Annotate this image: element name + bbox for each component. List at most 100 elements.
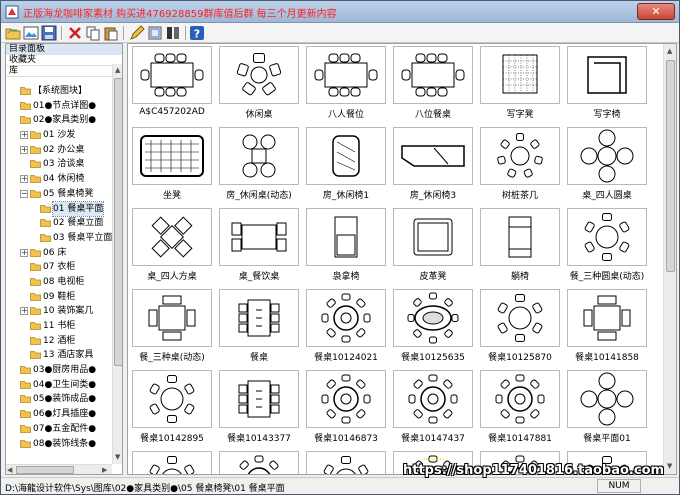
tree-item[interactable]: 01 餐桌平面 [6,200,110,217]
scroll-down-icon[interactable]: ▼ [667,462,672,470]
tree-item[interactable]: 08●装饰线条● [6,437,110,452]
block-thumbnail[interactable] [306,127,386,185]
block-thumbnail[interactable] [480,370,560,428]
tree-item[interactable]: 03 餐桌平立面 [6,231,112,246]
tree-item[interactable]: +01 沙发 [6,128,110,143]
tree-item[interactable]: − 05 餐桌椅凳 [6,187,110,202]
block-label: 躺椅 [510,272,529,282]
tree-item[interactable]: 05●装饰成品● [6,392,110,407]
scroll-up-icon[interactable]: ▲ [667,47,672,55]
tree-item[interactable]: 09 鞋柜 [6,290,110,305]
tree-item[interactable]: 02●家具类别● [6,113,110,128]
tab-directory[interactable]: 目录面板 [6,44,122,55]
block-thumbnail[interactable] [567,289,647,347]
tree-item-label: 02 餐桌立面 [53,218,104,229]
scroll-right-icon[interactable]: ▶ [102,466,107,474]
tree-item[interactable]: 02 餐桌立面 [6,216,110,231]
grid-vertical-scrollbar[interactable]: ▲ ▼ [663,44,676,474]
edit-pen-icon[interactable] [129,25,145,41]
scroll-thumb[interactable] [666,60,675,272]
cushion-stool-icon [140,135,204,177]
delete-icon[interactable] [67,25,83,41]
tree-item[interactable]: 08 电视柜 [6,275,110,290]
block-thumbnail[interactable] [393,370,473,428]
tree-horizontal-scrollbar[interactable]: ◀ ▶ [6,464,112,474]
block-thumbnail[interactable] [219,289,299,347]
block-thumbnail[interactable] [219,127,299,185]
expand-icon[interactable]: + [20,307,28,316]
block-thumbnail[interactable] [480,208,560,266]
tree-vertical-scrollbar[interactable]: ▲ ▼ [112,64,122,464]
layers-icon[interactable] [165,25,181,41]
block-thumbnail[interactable] [306,289,386,347]
tree-item[interactable]: 01●节点详图● [6,99,110,114]
folder-icon [40,204,51,213]
folder-icon [30,159,41,169]
block-thumbnail[interactable] [567,208,647,266]
block-thumbnail[interactable] [132,127,212,185]
scroll-thumb[interactable] [16,466,74,474]
block-thumbnail[interactable] [306,370,386,428]
block-thumbnail[interactable] [480,127,560,185]
tree-item[interactable]: +04 休闲椅 [6,172,110,187]
tree-item-label: 07●五金配件● [33,423,97,434]
tree-item[interactable]: 11 书柜 [6,319,110,334]
expand-icon[interactable]: + [20,175,28,184]
tree-item[interactable]: 03●厨房用品● [6,363,110,378]
block-thumbnail[interactable] [132,208,212,266]
block-thumbnail[interactable] [219,208,299,266]
block-thumbnail[interactable] [219,46,299,104]
tree-item[interactable]: 【系统图块】 [6,84,110,99]
folder-icon [30,145,41,154]
close-button[interactable]: ✕ [637,3,675,20]
block-thumbnail[interactable] [480,46,560,104]
tree-item-label: 04●卫生间类● [33,379,97,390]
expand-icon[interactable]: + [20,145,28,154]
block-thumbnail[interactable] [132,370,212,428]
block-thumbnail[interactable] [567,127,647,185]
scroll-up-icon[interactable]: ▲ [115,66,120,74]
expand-icon[interactable]: + [20,131,28,140]
copy-icon[interactable] [85,25,101,41]
tree-item[interactable]: +06 床 [6,246,110,261]
tree-item[interactable]: +10 装饰案几 [6,304,110,319]
save-icon[interactable] [41,25,57,41]
tree-item[interactable]: 04●卫生间类● [6,378,110,393]
block-thumbnail[interactable] [132,289,212,347]
tab-library[interactable]: 库 [6,66,122,77]
block-label: 坐凳 [162,191,181,201]
block-thumbnail[interactable] [306,451,386,474]
block-thumbnail[interactable] [567,370,647,428]
block-thumbnail[interactable] [132,451,212,474]
image-icon[interactable] [23,25,39,41]
open-folder-icon[interactable] [5,25,21,41]
block-thumbnail[interactable] [306,208,386,266]
scroll-down-icon[interactable]: ▼ [115,453,120,461]
tree-item-label: 06●灯具插座● [33,409,97,420]
help-icon[interactable]: ? [189,25,205,41]
expand-icon[interactable]: + [20,248,28,257]
paste-icon[interactable] [103,25,119,41]
tree-item[interactable]: +02 办公桌 [6,143,110,158]
block-thumbnail[interactable] [567,46,647,104]
block-thumbnail[interactable] [393,127,473,185]
tree-item[interactable]: 07●五金配件● [6,422,110,437]
block-thumbnail[interactable] [306,46,386,104]
tree-item[interactable]: 03 洽谈桌 [6,157,110,172]
block-thumbnail[interactable] [219,370,299,428]
scroll-left-icon[interactable]: ◀ [7,466,12,474]
block-thumbnail[interactable] [393,208,473,266]
collapse-icon[interactable]: − [20,189,28,198]
tab-favorites[interactable]: 收藏夹 [6,55,122,66]
tree-item[interactable]: 06●灯具插座● [6,407,110,422]
tree-item[interactable]: 12 酒柜 [6,334,110,349]
scroll-thumb[interactable] [114,78,122,366]
tree-item[interactable]: 07 衣柜 [6,260,110,275]
tree-item[interactable]: 13 酒店家具 [6,348,110,363]
block-thumbnail[interactable] [393,289,473,347]
block-thumbnail[interactable] [393,46,473,104]
block-icon[interactable] [147,25,163,41]
block-thumbnail[interactable] [132,46,212,104]
block-thumbnail[interactable] [219,451,299,474]
block-thumbnail[interactable] [480,289,560,347]
